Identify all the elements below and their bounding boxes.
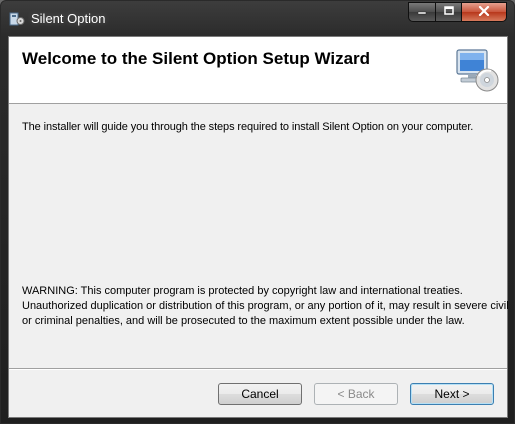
- wizard-client-area: Welcome to the Silent Option Setup Wizar…: [8, 36, 509, 418]
- close-button[interactable]: [461, 2, 507, 22]
- wizard-title: Welcome to the Silent Option Setup Wizar…: [22, 49, 371, 68]
- installer-app-icon: [9, 11, 25, 27]
- copyright-warning: WARNING: This computer program is protec…: [22, 284, 509, 329]
- back-button[interactable]: < Back: [314, 383, 398, 405]
- warning-line: or criminal penalties, and will be prose…: [22, 315, 465, 327]
- window-title: Silent Option: [31, 11, 106, 26]
- maximize-icon: [443, 6, 454, 18]
- close-icon: [478, 5, 490, 19]
- cancel-button[interactable]: Cancel: [218, 383, 302, 405]
- warning-line: WARNING: This computer program is protec…: [22, 285, 463, 297]
- title-bar[interactable]: Silent Option: [1, 1, 514, 37]
- minimize-button[interactable]: [408, 2, 435, 22]
- maximize-button[interactable]: [435, 2, 461, 22]
- caption-buttons: [408, 2, 507, 24]
- next-button[interactable]: Next >: [410, 383, 494, 405]
- warning-line: Unauthorized duplication or distribution…: [22, 300, 509, 312]
- wizard-banner: Welcome to the Silent Option Setup Wizar…: [9, 37, 507, 104]
- intro-text: The installer will guide you through the…: [22, 121, 474, 133]
- installer-window: Silent Option Welcome to the Silent Opti…: [0, 0, 515, 424]
- button-separator: [9, 368, 507, 370]
- minimize-icon: [417, 6, 427, 18]
- computer-cd-icon: [453, 46, 501, 94]
